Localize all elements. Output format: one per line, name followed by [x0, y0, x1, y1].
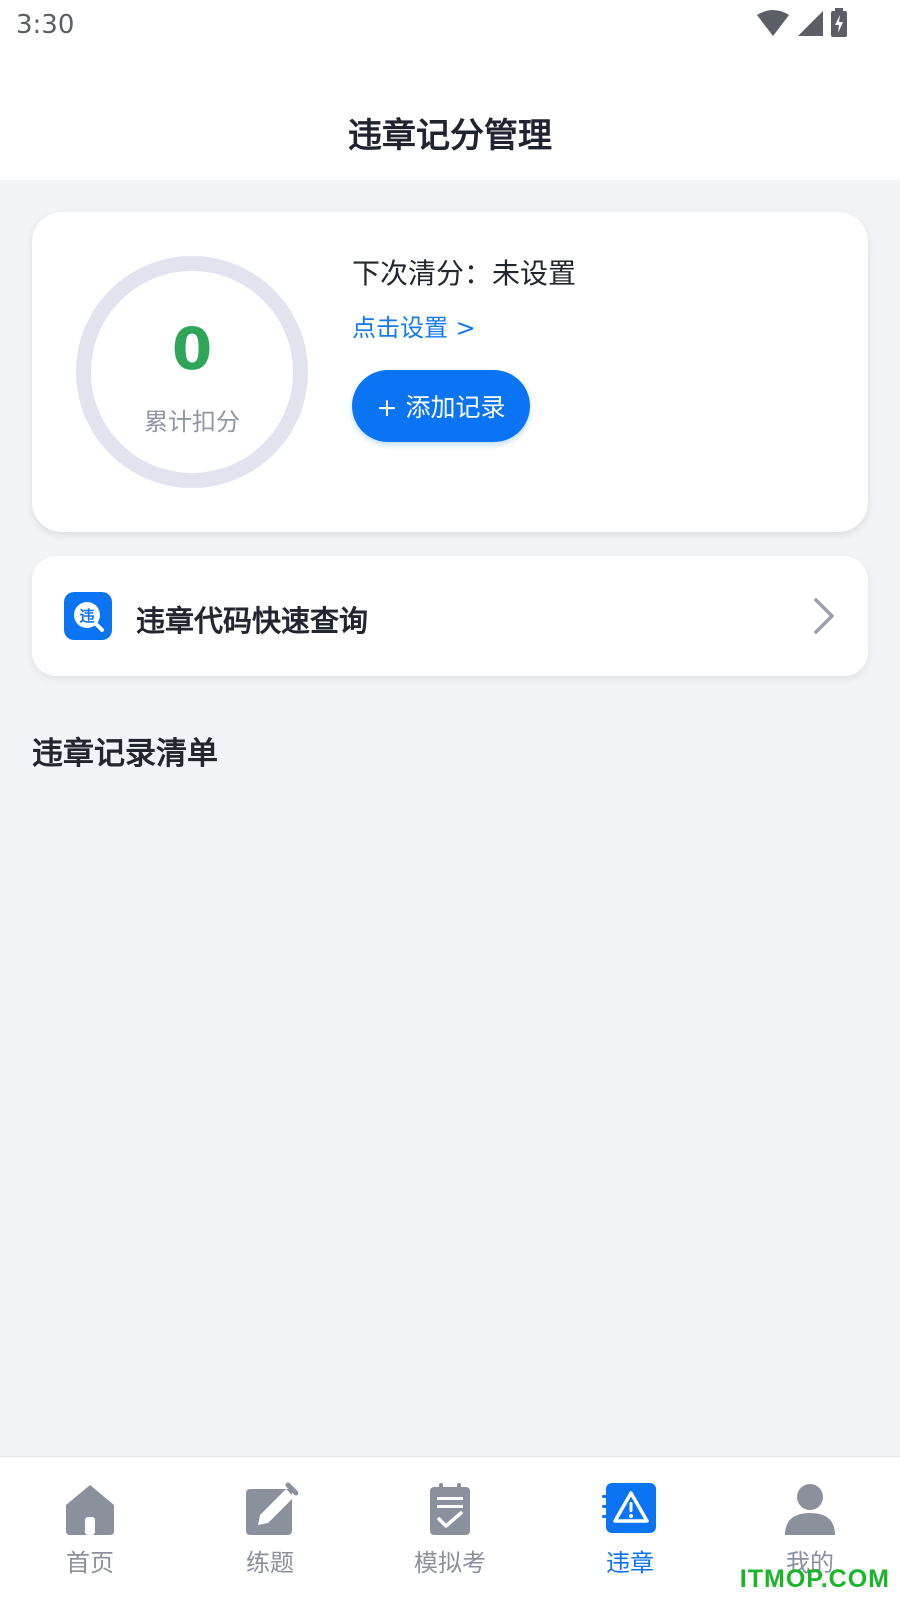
add-record-button[interactable]: + 添加记录 [352, 370, 530, 442]
tab-violation[interactable]: 违章 [540, 1457, 720, 1600]
app-bar: 违章记分管理 [0, 52, 900, 180]
records-section-title: 违章记录清单 [32, 736, 218, 772]
signal-icon [796, 9, 824, 41]
score-card: 0 累计扣分 下次清分：未设置 点击设置 > + 添加记录 [32, 212, 868, 532]
score-value: 0 [171, 315, 213, 383]
records-list [32, 790, 868, 1390]
tab-mock-exam-label: 模拟考 [414, 1549, 486, 1577]
violation-search-icon: 违 [64, 592, 112, 640]
chevron-right-icon [812, 596, 836, 640]
score-label: 累计扣分 [144, 408, 240, 436]
status-bar: 3:30 [0, 0, 900, 52]
watermark: ITMOP.COM [739, 1565, 890, 1593]
tab-practice-label: 练题 [246, 1549, 294, 1577]
user-icon [782, 1481, 838, 1537]
next-clear-text: 下次清分：未设置 [352, 257, 577, 290]
tab-practice[interactable]: 练题 [180, 1457, 360, 1600]
violation-code-query-label: 违章代码快速查询 [136, 604, 369, 638]
tab-home[interactable]: 首页 [0, 1457, 180, 1600]
violation-code-query-row[interactable]: 违 违章代码快速查询 [32, 556, 868, 676]
set-clear-link[interactable]: 点击设置 > [352, 308, 476, 343]
status-time: 3:30 [16, 10, 75, 40]
warning-icon [602, 1481, 658, 1537]
tab-mock-exam[interactable]: 模拟考 [360, 1457, 540, 1600]
battery-icon [830, 8, 848, 42]
status-icons [756, 8, 848, 42]
tab-violation-label: 违章 [606, 1549, 654, 1577]
tab-home-label: 首页 [66, 1549, 114, 1577]
violation-icon-char: 违 [79, 607, 94, 625]
wifi-icon [756, 9, 790, 41]
page-title: 违章记分管理 [348, 116, 552, 156]
exam-icon [422, 1481, 478, 1537]
home-icon [62, 1481, 118, 1537]
edit-icon [242, 1481, 299, 1537]
